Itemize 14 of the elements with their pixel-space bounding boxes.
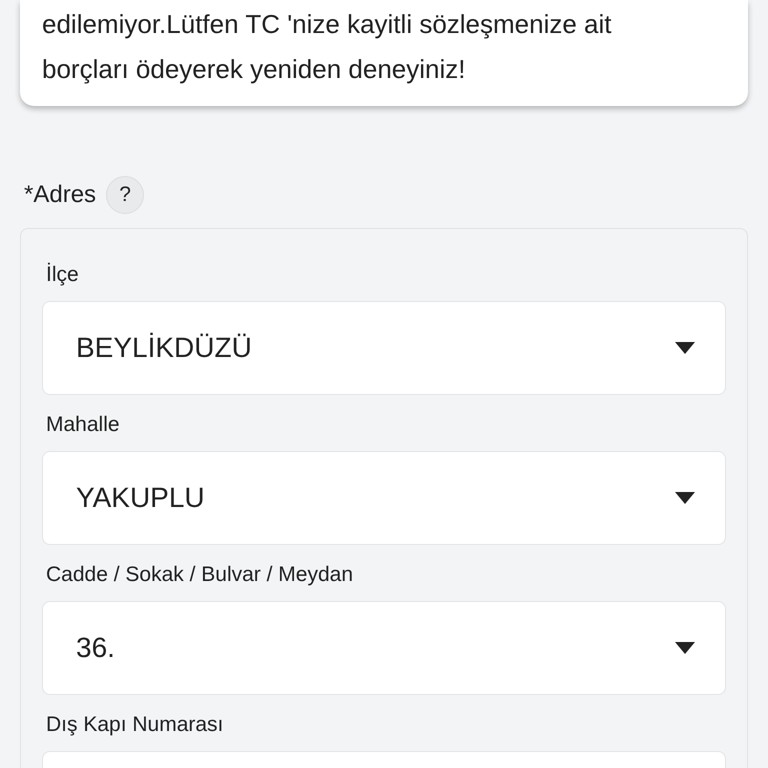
dropdown-field[interactable]: BEYLİKDÜZÜ (42, 301, 726, 395)
address-label: *Adres (24, 181, 96, 209)
dropdown-field[interactable]: YAKUPLU (42, 451, 726, 545)
help-button[interactable]: ? (106, 176, 144, 214)
alert-message: borçları ödeyerek yeniden deneyiniz! (42, 53, 466, 86)
field-label: Cadde / Sokak / Bulvar / Meydan (46, 563, 353, 587)
field-label: Mahalle (46, 413, 120, 437)
caret-icon (675, 642, 695, 654)
field-label: Dış Kapı Numarası (46, 713, 224, 737)
alert-message: edilemiyor.Lütfen TC 'nize kayitli sözleşmenize ait (42, 8, 613, 41)
field-label: İlçe (46, 263, 79, 287)
caret-icon (675, 342, 695, 354)
dropdown-field[interactable]: 36. (42, 601, 726, 695)
caret-icon (675, 492, 695, 504)
